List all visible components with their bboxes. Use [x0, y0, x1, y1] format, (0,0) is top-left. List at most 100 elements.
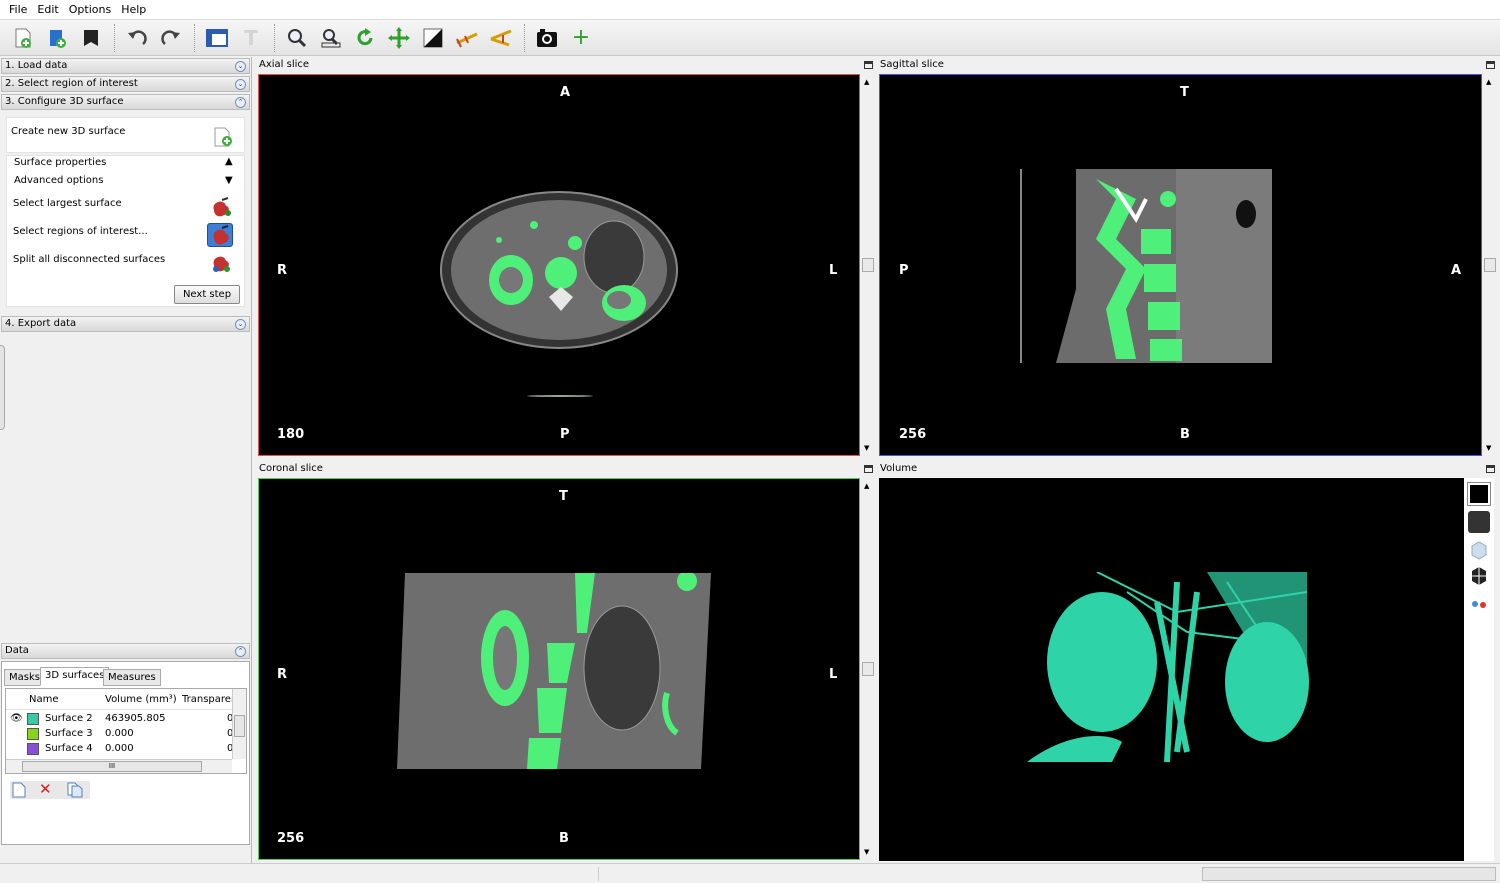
select-largest-surface-icon[interactable]: [208, 196, 234, 220]
tab-masks[interactable]: Masks: [4, 669, 45, 686]
maximize-icon[interactable]: [1486, 61, 1495, 69]
open-project-icon[interactable]: [42, 24, 72, 52]
raycasting-icon[interactable]: [1468, 511, 1490, 533]
background-color-icon[interactable]: [1467, 482, 1491, 506]
status-bar: [0, 863, 1500, 883]
surfaces-table: Name Volume (mm³) Transparen 👁 Surface 2…: [5, 688, 247, 774]
expand-arrow-icon[interactable]: ▼: [225, 175, 233, 186]
menu-options[interactable]: Options: [69, 3, 111, 16]
column-header-transparency[interactable]: Transparen: [182, 694, 237, 705]
zoom-region-icon[interactable]: [316, 24, 346, 52]
menu-help[interactable]: Help: [121, 3, 146, 16]
screenshot-icon[interactable]: [532, 24, 562, 52]
contrast-icon[interactable]: [418, 24, 448, 52]
expand-icon[interactable]: ⌄: [235, 319, 246, 330]
linear-measure-icon[interactable]: [452, 24, 482, 52]
column-header-name[interactable]: Name: [29, 694, 59, 705]
axial-viewer[interactable]: A P R L 180: [258, 74, 860, 456]
progress-bar: [1202, 867, 1496, 881]
tab-measures[interactable]: Measures: [103, 669, 161, 686]
layout-icon[interactable]: [202, 24, 232, 52]
volume-title: Volume: [877, 462, 1497, 476]
coronal-title: Coronal slice: [256, 462, 876, 476]
orientation-top: T: [559, 489, 568, 504]
orientation-bottom: B: [1180, 427, 1190, 442]
toolbar-separator: [274, 23, 278, 52]
stereo-icon[interactable]: [1468, 593, 1490, 615]
sagittal-title: Sagittal slice: [877, 58, 1497, 72]
volume-tools: [1464, 478, 1494, 861]
column-header-volume[interactable]: Volume (mm³): [105, 694, 177, 705]
pan-icon[interactable]: [384, 24, 414, 52]
import-icon[interactable]: [8, 24, 38, 52]
text-icon[interactable]: T: [236, 24, 266, 52]
save-icon[interactable]: [76, 24, 106, 52]
maximize-icon[interactable]: [1486, 465, 1495, 473]
table-horizontal-scrollbar[interactable]: III: [6, 759, 232, 773]
step-export-data[interactable]: 4. Export data ⌄: [1, 316, 250, 332]
slice-planes-icon[interactable]: [1468, 565, 1490, 587]
expand-icon[interactable]: ⌄: [235, 61, 246, 72]
step-configure-label: 3. Configure 3D surface: [5, 96, 124, 107]
select-largest-label: Select largest surface: [13, 198, 122, 209]
table-row[interactable]: 👁 Surface 2 463905.805 0: [6, 712, 233, 727]
volume-viewer[interactable]: [879, 478, 1464, 861]
duplicate-icon[interactable]: [67, 782, 83, 801]
axial-slice-scrollbar[interactable]: ▲ ▼: [861, 74, 875, 456]
new-surface-icon[interactable]: [12, 782, 26, 801]
split-surfaces-label: Split all disconnected surfaces: [13, 254, 166, 265]
undo-icon[interactable]: [122, 24, 152, 52]
surface-volume: 463905.805: [105, 713, 166, 724]
slice-slider-thumb[interactable]: [862, 662, 874, 676]
color-swatch[interactable]: [27, 713, 39, 725]
color-swatch[interactable]: [27, 728, 39, 740]
visible-eye-icon[interactable]: 👁: [10, 713, 23, 724]
select-regions-label: Select regions of interest...: [13, 226, 148, 237]
table-vertical-scrollbar[interactable]: [232, 689, 246, 759]
toolbar-separator: [524, 23, 528, 52]
new-surface-icon[interactable]: [212, 126, 234, 148]
orientation-top: A: [560, 85, 571, 100]
collapse-arrow-icon[interactable]: ▲: [225, 156, 233, 167]
scroll-grip[interactable]: III: [22, 761, 202, 772]
menu-file[interactable]: File: [9, 3, 27, 16]
table-line: [1020, 169, 1022, 363]
table-row[interactable]: Surface 4 0.000 0: [6, 742, 233, 757]
coronal-slice-scrollbar[interactable]: ▲ ▼: [861, 478, 875, 860]
redo-icon[interactable]: [156, 24, 186, 52]
advanced-options-toggle[interactable]: Advanced options: [14, 175, 103, 186]
data-panel-header[interactable]: Data ⌃: [1, 643, 250, 659]
panel-splitter-handle[interactable]: [0, 345, 5, 430]
sagittal-viewer[interactable]: T B P A 256: [879, 74, 1482, 456]
rotate-icon[interactable]: [350, 24, 380, 52]
expand-icon[interactable]: ⌄: [235, 79, 246, 90]
table-row[interactable]: Surface 3 0.000 0: [6, 727, 233, 742]
step-configure-surface[interactable]: 3. Configure 3D surface ⌃: [1, 94, 250, 110]
sagittal-slice-scrollbar[interactable]: ▲ ▼: [1483, 74, 1497, 456]
add-marker-icon[interactable]: +: [566, 24, 596, 52]
zoom-icon[interactable]: [282, 24, 312, 52]
orientation-right: L: [829, 667, 838, 682]
color-swatch[interactable]: [27, 743, 39, 755]
slice-slider-thumb[interactable]: [862, 258, 874, 272]
slice-slider-thumb[interactable]: [1484, 258, 1496, 272]
menu-edit[interactable]: Edit: [37, 3, 58, 16]
select-regions-icon[interactable]: [207, 223, 233, 247]
maximize-icon[interactable]: [864, 61, 873, 69]
orientation-left: R: [277, 667, 288, 682]
angle-measure-icon[interactable]: [486, 24, 516, 52]
next-step-button[interactable]: Next step: [174, 285, 240, 304]
coronal-viewer[interactable]: T B R L 256: [258, 478, 860, 860]
tab-3d-surfaces[interactable]: 3D surfaces: [40, 667, 110, 686]
bounding-box-icon[interactable]: [1468, 539, 1490, 561]
step-load-data[interactable]: 1. Load data ⌄: [1, 58, 250, 74]
collapse-icon[interactable]: ⌃: [235, 97, 246, 108]
step-select-roi[interactable]: 2. Select region of interest ⌄: [1, 76, 250, 92]
split-surfaces-icon[interactable]: [208, 251, 234, 275]
toolbar-separator: [114, 23, 118, 52]
maximize-icon[interactable]: [864, 465, 873, 473]
surface-properties-toggle[interactable]: Surface properties: [14, 157, 106, 168]
collapse-icon[interactable]: ⌃: [235, 646, 246, 657]
delete-icon[interactable]: ✕: [39, 780, 52, 798]
surface-volume: 0.000: [105, 728, 134, 739]
